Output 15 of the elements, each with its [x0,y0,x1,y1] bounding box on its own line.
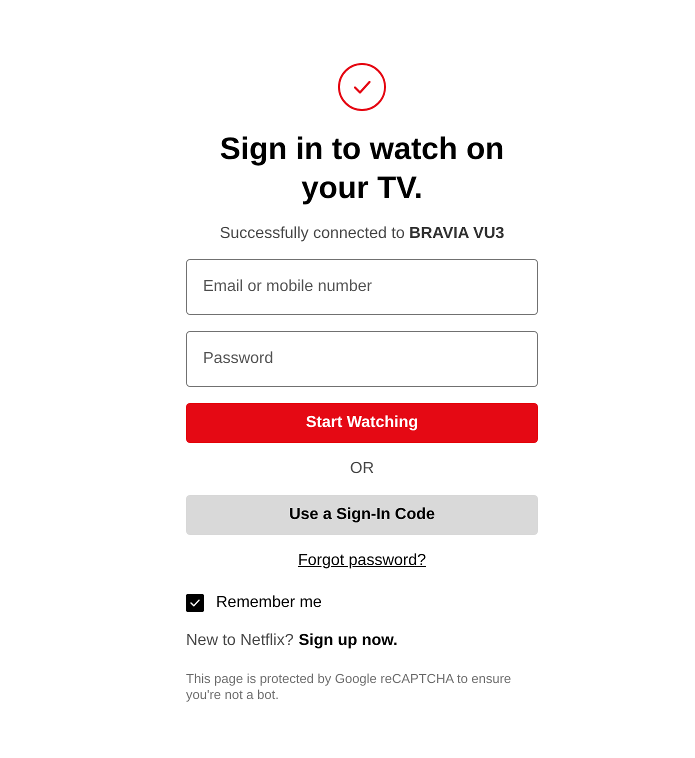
email-field[interactable]: Email or mobile number [186,259,538,315]
sign-up-link[interactable]: Sign up now. [298,629,398,653]
recaptcha-notice: This page is protected by Google reCAPTCHA to ensure you're not a bot. [186,671,512,703]
remember-me-checkbox[interactable] [186,594,204,612]
page-heading: Sign in to watch on your TV. [218,130,506,207]
connection-message: Successfully connected to BRAVIA VU3 [218,224,506,244]
start-watching-button[interactable]: Start Watching [186,403,538,443]
remember-me-label[interactable]: Remember me [216,591,322,615]
or-divider-text: OR [349,459,375,479]
sign-in-code-button[interactable]: Use a Sign-In Code [186,495,538,535]
password-field[interactable]: Password [186,331,538,387]
forgot-password-link[interactable]: Forgot password? [298,552,426,569]
check-icon [190,599,200,607]
check-circle-icon [338,63,386,111]
signup-prompt: New to Netflix? [186,631,294,651]
